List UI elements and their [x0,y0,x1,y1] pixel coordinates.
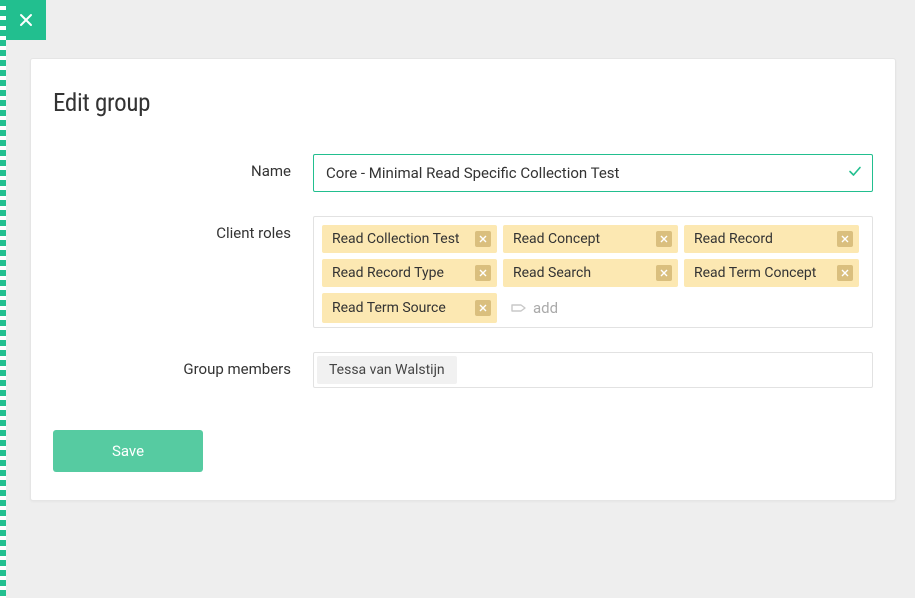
role-chip: Read Collection Test [322,225,497,253]
save-button[interactable]: Save [53,430,203,472]
role-chip-label: Read Search [513,265,656,281]
role-chip-label: Read Term Source [332,300,475,316]
close-button[interactable] [6,0,46,40]
members-box[interactable]: Tessa van Walstijn [313,352,873,388]
members-label: Group members [53,352,313,378]
role-chip: Read Term Source [322,293,497,323]
remove-role-button[interactable] [837,265,853,281]
role-chip: Read Record Type [322,259,497,287]
tag-icon [511,301,527,315]
add-role-input[interactable]: add [503,293,566,323]
roles-box[interactable]: Read Collection Test Read Concept Read R… [313,216,873,328]
add-role-placeholder: add [533,299,558,317]
check-icon [847,163,863,183]
close-icon [18,12,34,28]
name-input-wrap [313,154,873,192]
remove-role-button[interactable] [475,300,491,316]
roles-label: Client roles [53,216,313,242]
remove-role-button[interactable] [475,265,491,281]
role-chip-label: Read Record Type [332,265,475,281]
member-chip: Tessa van Walstijn [317,356,457,384]
close-icon [479,235,487,243]
remove-role-button[interactable] [656,231,672,247]
name-row: Name [53,154,873,192]
close-icon [660,269,668,277]
name-input[interactable] [313,154,873,192]
remove-role-button[interactable] [837,231,853,247]
close-icon [660,235,668,243]
remove-role-button[interactable] [656,265,672,281]
role-chip: Read Term Concept [684,259,859,287]
members-row: Group members Tessa van Walstijn [53,352,873,388]
role-chip-label: Read Concept [513,231,656,247]
accent-stripe [0,0,6,598]
role-chip: Read Record [684,225,859,253]
name-label: Name [53,154,313,180]
role-chip: Read Search [503,259,678,287]
page-title: Edit group [53,89,873,118]
close-icon [479,269,487,277]
edit-group-card: Edit group Name Client roles Read Collec… [30,58,896,501]
close-icon [841,235,849,243]
role-chip-label: Read Term Concept [694,265,837,281]
role-chip-label: Read Record [694,231,837,247]
close-icon [841,269,849,277]
close-icon [479,304,487,312]
role-chip: Read Concept [503,225,678,253]
roles-row: Client roles Read Collection Test Read C… [53,216,873,328]
remove-role-button[interactable] [475,231,491,247]
role-chip-label: Read Collection Test [332,231,475,247]
